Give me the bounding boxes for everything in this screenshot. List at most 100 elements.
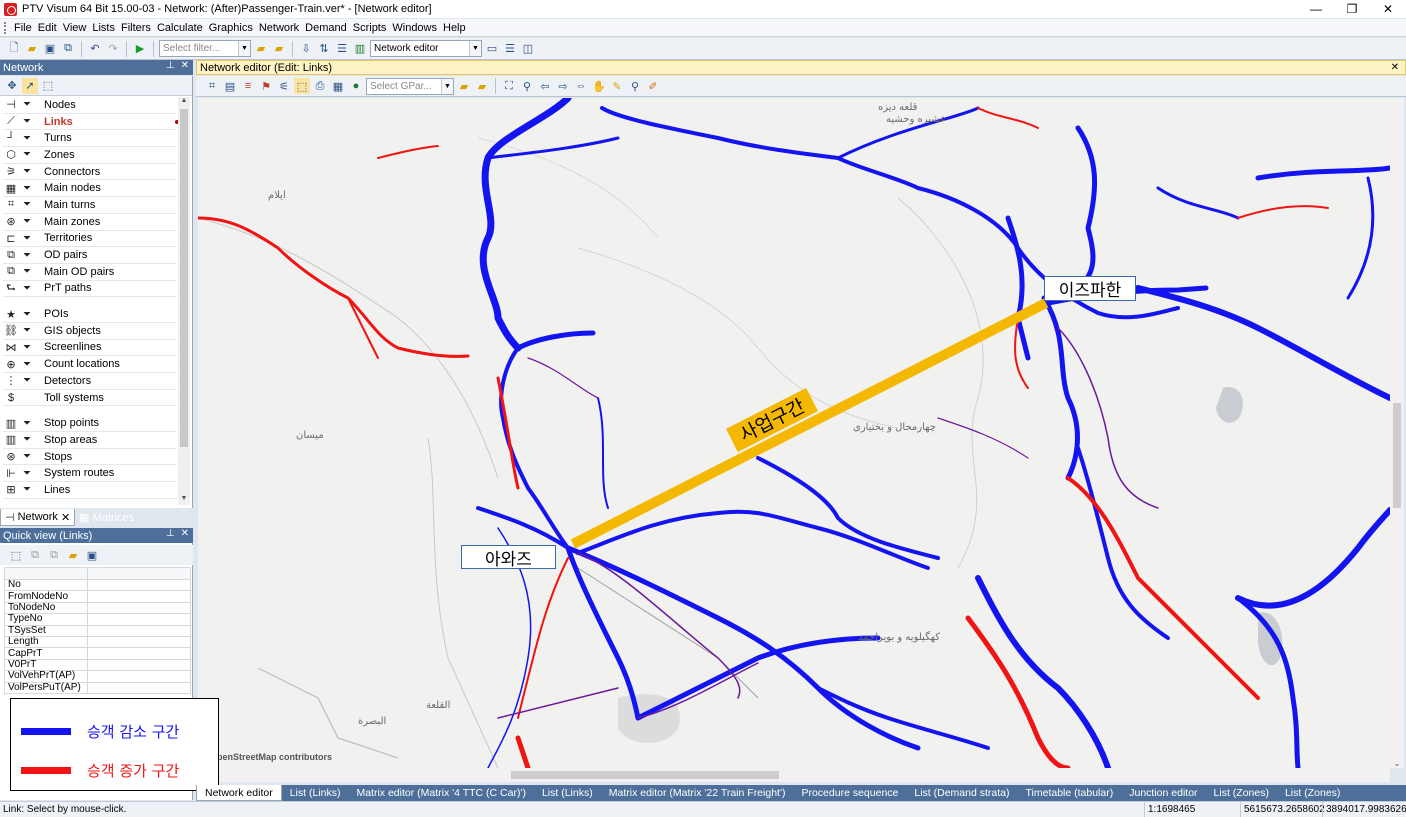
sort-icon[interactable]: ⇅ <box>316 41 332 57</box>
open-folder-icon[interactable]: ▰ <box>24 41 40 57</box>
document-tab[interactable]: List (Zones) <box>1206 785 1277 801</box>
filter-icon[interactable]: ⏷ <box>19 248 35 262</box>
zoom-window-icon[interactable]: ⚲ <box>627 78 643 94</box>
quick-view-select-icon[interactable]: ⬚ <box>8 547 24 563</box>
attribute-value[interactable] <box>87 647 191 660</box>
document-tab[interactable]: List (Zones) <box>1277 785 1348 801</box>
copy-icon[interactable]: ⧉ <box>27 547 43 563</box>
network-item-nodes[interactable]: ⊣ ⏷ Nodes <box>3 97 177 114</box>
network-item-connectors[interactable]: ⚞ ⏷ Connectors <box>3 164 177 181</box>
import-icon[interactable]: ⇩ <box>298 41 314 57</box>
measure-icon[interactable]: ✎ <box>609 78 625 94</box>
filter-network-icon[interactable]: ⚑ <box>258 78 274 94</box>
document-tab[interactable]: Timetable (tabular) <box>1018 785 1122 801</box>
filter-icon[interactable]: ⏷ <box>19 307 35 321</box>
network-item-main-turns[interactable]: ⌗ ⏷ Main turns <box>3 197 177 214</box>
restore-button[interactable]: ❐ <box>1334 0 1370 18</box>
filter-icon[interactable]: ⏷ <box>19 115 35 129</box>
gpa-open-icon[interactable]: ▰ <box>456 78 472 94</box>
filter-icon[interactable]: ⏷ <box>19 265 35 279</box>
pan-icon[interactable]: ✋ <box>591 78 607 94</box>
table-row[interactable]: TypeNo <box>4 613 191 626</box>
filter-icon[interactable]: ⏷ <box>19 165 35 179</box>
network-item-stop-areas[interactable]: ▥ ⏷ Stop areas <box>3 432 177 449</box>
table-row[interactable]: V0PrT <box>4 658 191 672</box>
pointer-icon[interactable]: ➚ <box>22 77 38 94</box>
filter-save-icon[interactable]: ▰ <box>271 41 287 57</box>
network-item-main-zones[interactable]: ⊛ ⏷ Main zones <box>3 214 177 231</box>
scroll-thumb[interactable] <box>511 771 779 779</box>
table-row[interactable]: No <box>4 578 191 592</box>
network-item-toll-systems[interactable]: $ Toll systems <box>3 390 177 407</box>
menu-scripts[interactable]: Scripts <box>350 22 390 34</box>
scroll-down-icon[interactable]: ⌄ <box>1390 759 1404 768</box>
document-tab[interactable]: Matrix editor (Matrix '22 Train Freight'… <box>601 785 794 801</box>
filter-icon[interactable]: ⏷ <box>19 181 35 195</box>
filter-icon[interactable]: ⏷ <box>19 324 35 338</box>
network-item-detectors[interactable]: ⋮ ⏷ Detectors <box>3 373 177 390</box>
table-row[interactable]: Length <box>4 635 191 649</box>
menu-filters[interactable]: Filters <box>118 22 154 34</box>
layout-a-icon[interactable]: ▭ <box>484 41 500 57</box>
pin-icon[interactable]: ⊥ <box>166 60 175 71</box>
menu-lists[interactable]: Lists <box>89 22 118 34</box>
network-panel-scrollbar[interactable]: ▲ ▼ <box>178 97 190 505</box>
print-icon[interactable]: ⎙ <box>312 78 328 94</box>
graphic-params-select[interactable]: Select GPar... ▼ <box>366 77 454 95</box>
chart-icon[interactable]: ▥ <box>352 41 368 57</box>
network-item-count-locations[interactable]: ⊕ ⏷ Count locations <box>3 356 177 373</box>
filter-icon[interactable]: ⏷ <box>19 98 35 112</box>
close-icon[interactable]: ✕ <box>181 528 189 539</box>
network-item-system-routes[interactable]: ⊩ ⏷ System routes <box>3 465 177 483</box>
scroll-up-icon[interactable]: ▲ <box>178 97 190 107</box>
network-item-links[interactable]: ⟋ ⏷ Links <box>3 113 179 131</box>
document-tab[interactable]: Matrix editor (Matrix '4 TTC (C Car)') <box>348 785 534 801</box>
spread-icon[interactable]: ⚟ <box>276 78 292 94</box>
filter-icon[interactable] <box>19 391 35 405</box>
network-item-gis-objects[interactable]: ⛓ ⏷ GIS objects <box>3 323 177 340</box>
filter-icon[interactable]: ⏷ <box>19 198 35 212</box>
open-folder-icon[interactable]: ▰ <box>65 547 81 563</box>
menu-demand[interactable]: Demand <box>302 22 350 34</box>
network-item-pois[interactable]: ★ ⏷ POIs <box>3 306 177 323</box>
filter-icon[interactable]: ⏷ <box>19 450 35 464</box>
filter-icon[interactable]: ⏷ <box>19 357 35 371</box>
layers-icon[interactable]: ≡ <box>240 78 256 94</box>
document-tab[interactable]: List (Links) <box>282 785 349 801</box>
attribute-value[interactable] <box>87 635 191 649</box>
document-tab[interactable]: List (Links) <box>534 785 601 801</box>
attribute-value[interactable] <box>87 601 191 615</box>
network-item-main-nodes[interactable]: ▦ ⏷ Main nodes <box>3 180 177 198</box>
network-item-lines[interactable]: ⊞ ⏷ Lines <box>3 482 177 499</box>
map-vertical-scrollbar[interactable]: ⌄ <box>1390 98 1404 768</box>
tab-matrices[interactable]: ▦ Matrices <box>75 509 138 526</box>
menu-windows[interactable]: Windows <box>389 22 440 34</box>
document-tab[interactable]: List (Demand strata) <box>906 785 1017 801</box>
attribute-value[interactable] <box>87 681 191 694</box>
close-icon[interactable]: ✕ <box>181 60 189 71</box>
globe-icon[interactable]: ● <box>348 78 364 94</box>
fit-icon[interactable]: ⇔ <box>573 78 589 94</box>
table-row[interactable]: CapPrT <box>4 647 191 660</box>
attribute-value[interactable] <box>87 658 191 672</box>
draw-icon[interactable]: ✐ <box>645 78 661 94</box>
layout-b-icon[interactable]: ☰ <box>502 41 518 57</box>
save-all-icon[interactable]: ⧉ <box>60 41 76 57</box>
save-icon[interactable]: ▣ <box>42 41 58 57</box>
undo-icon[interactable]: ↶ <box>87 41 103 57</box>
scroll-thumb[interactable] <box>180 109 188 447</box>
filter-icon[interactable]: ⏷ <box>19 148 35 162</box>
filter-icon[interactable]: ⏷ <box>19 466 35 480</box>
network-item-territories[interactable]: ⊏ ⏷ Territories <box>3 231 177 248</box>
filter-icon[interactable]: ⏷ <box>19 416 35 430</box>
network-item-main-od-pairs[interactable]: ⧉ ⏷ Main OD pairs <box>3 264 177 281</box>
filter-icon[interactable]: ⏷ <box>19 433 35 447</box>
menu-file[interactable]: File <box>11 22 35 34</box>
new-file-icon[interactable]: 🗋 <box>6 41 22 57</box>
document-tab[interactable]: Procedure sequence <box>793 785 906 801</box>
close-icon[interactable]: ✕ <box>1391 62 1399 73</box>
table-row[interactable]: ToNodeNo <box>4 601 191 615</box>
scroll-down-icon[interactable]: ▼ <box>178 495 190 505</box>
back-icon[interactable]: ⇦ <box>537 78 553 94</box>
select-area-icon[interactable]: ⬚ <box>40 78 56 94</box>
